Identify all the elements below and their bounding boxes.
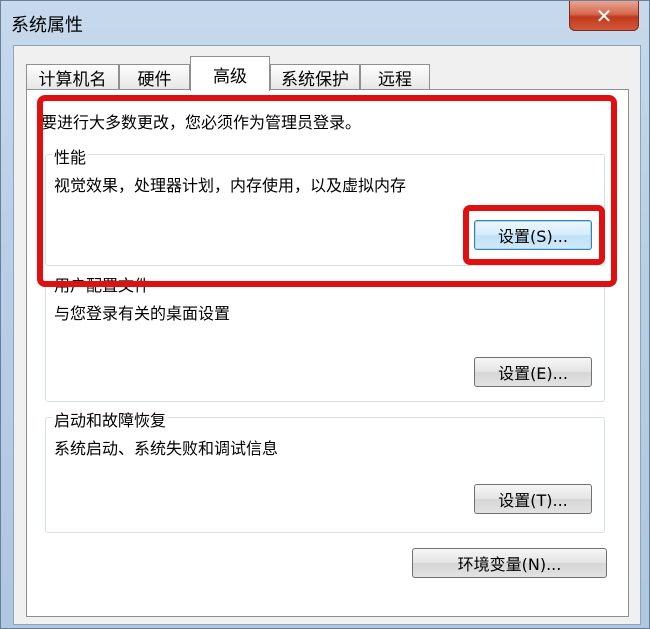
close-button[interactable]: ✕ (569, 1, 639, 31)
window-title: 系统属性 (11, 15, 83, 36)
tab-system-protection[interactable]: 系统保护 (270, 64, 360, 90)
tab-computer-name[interactable]: 计算机名 (26, 64, 119, 90)
startup-recovery-group: 启动和故障恢复 系统启动、系统失败和调试信息 设置(T)... (45, 407, 605, 533)
admin-notice: 要进行大多数更改，您必须作为管理员登录。 (41, 113, 362, 132)
startup-recovery-description: 系统启动、系统失败和调试信息 (54, 439, 279, 458)
dialog-client-area: 计算机名 硬件 高级 系统保护 远程 要进行大多数更改，您必须作为管理员登录。 … (13, 45, 641, 625)
performance-group: 性能 视觉效果，处理器计划，内存使用，以及虚拟内存 设置(S)... (45, 144, 605, 266)
close-icon: ✕ (595, 3, 613, 28)
user-profiles-group: 用户配置文件 与您登录有关的桌面设置 设置(E)... (45, 272, 605, 402)
performance-settings-button[interactable]: 设置(S)... (474, 220, 592, 250)
performance-title: 性能 (52, 144, 89, 168)
tab-advanced[interactable]: 高级 (190, 56, 270, 91)
startup-recovery-title: 启动和故障恢复 (52, 407, 169, 431)
environment-variables-button[interactable]: 环境变量(N)... (412, 548, 607, 578)
user-profiles-description: 与您登录有关的桌面设置 (54, 304, 231, 323)
startup-recovery-settings-button[interactable]: 设置(T)... (474, 484, 592, 514)
title-bar[interactable]: 系统属性 ✕ (1, 1, 650, 45)
tab-hardware[interactable]: 硬件 (119, 64, 190, 90)
tab-strip: 计算机名 硬件 高级 系统保护 远程 (26, 56, 626, 91)
system-properties-window: 系统属性 ✕ 计算机名 硬件 高级 系统保护 远程 要进行大多数更改，您必须作为… (0, 0, 650, 629)
user-profiles-settings-button[interactable]: 设置(E)... (474, 357, 592, 387)
user-profiles-title: 用户配置文件 (52, 272, 153, 296)
performance-description: 视觉效果，处理器计划，内存使用，以及虚拟内存 (54, 176, 407, 195)
tab-remote[interactable]: 远程 (360, 64, 430, 90)
advanced-tab-panel: 要进行大多数更改，您必须作为管理员登录。 性能 视觉效果，处理器计划，内存使用，… (26, 89, 629, 617)
